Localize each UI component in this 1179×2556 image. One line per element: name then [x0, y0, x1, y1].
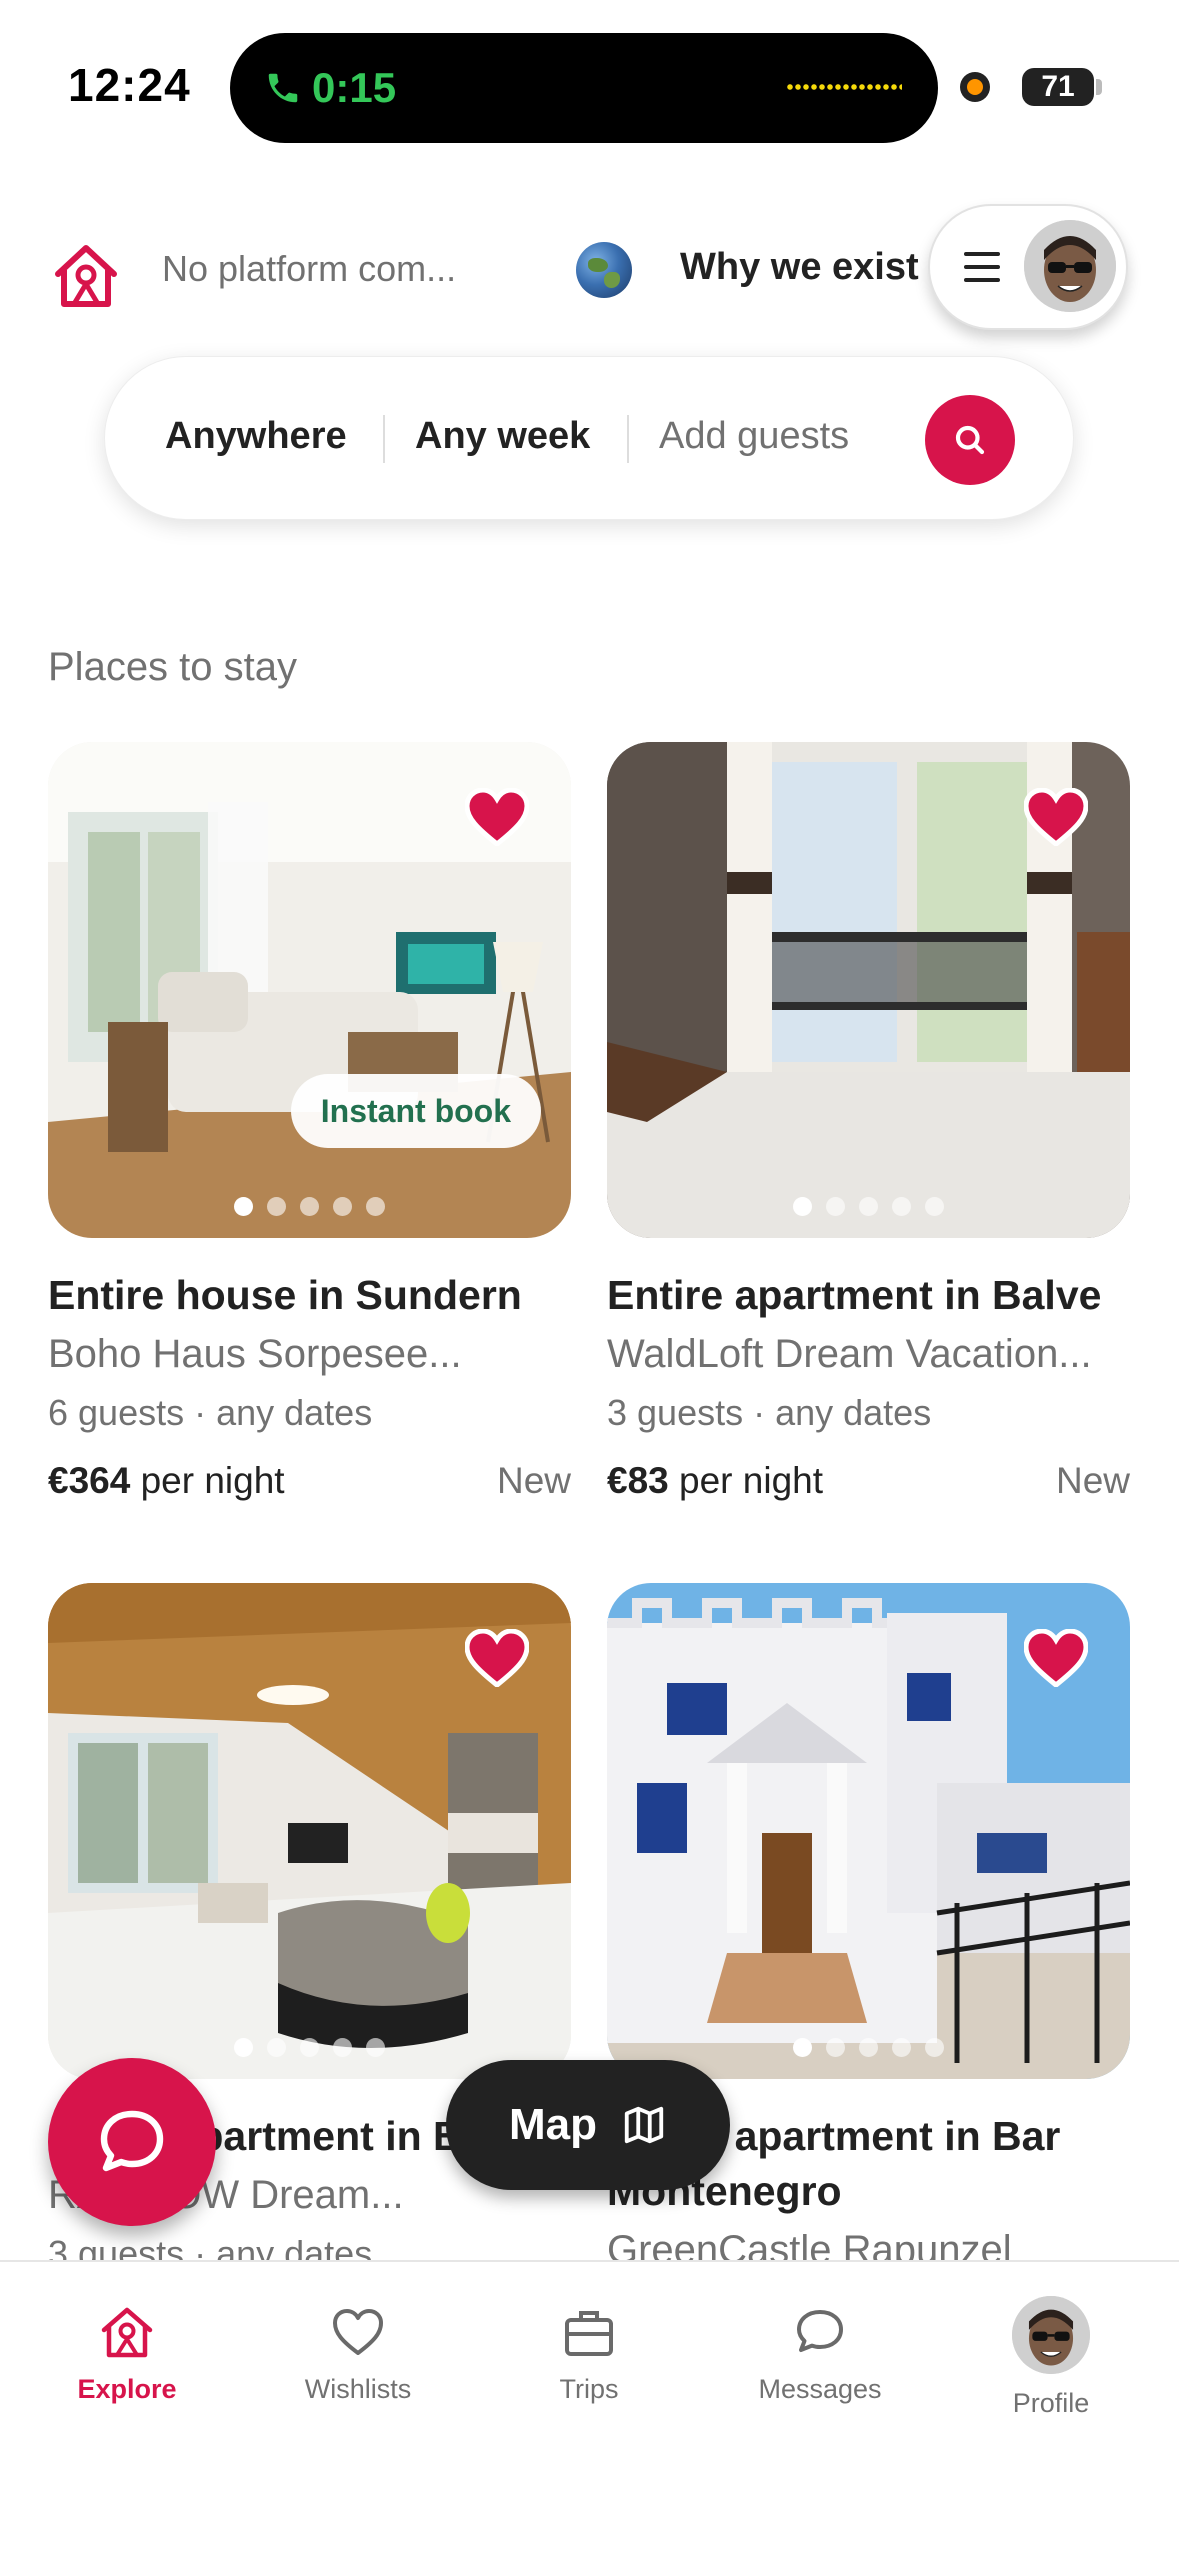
battery-cap [1096, 79, 1102, 95]
listing-meta: 6 guests · any dates [48, 1392, 373, 1433]
photo-pagination-dots [48, 1197, 571, 1216]
instant-book-badge: Instant book [290, 1074, 541, 1148]
chat-fab-button[interactable] [48, 2058, 216, 2226]
wishlist-heart-icon[interactable] [465, 1629, 529, 1687]
hamburger-menu-icon [964, 252, 1000, 284]
avatar [1012, 2296, 1090, 2374]
briefcase-icon [565, 2311, 613, 2356]
search-when[interactable]: Any week [415, 415, 590, 458]
listing-subtitle: WaldLoft Dream Vacation... [607, 1332, 1092, 1376]
map-button[interactable]: Map [446, 2060, 730, 2190]
tab-label: Wishlists [304, 2374, 412, 2404]
listing-dates: any dates [216, 1392, 373, 1433]
listing-new-tag: New [1055, 1460, 1130, 1501]
why-we-exist-link[interactable]: Why we exist [680, 246, 919, 289]
photo-pagination-dots [607, 2038, 1130, 2057]
listing-title: Entire apartment in Balve [607, 1272, 1102, 1318]
status-bar: 12:24 0:15 71 [0, 0, 1179, 160]
map-button-label: Map [509, 2100, 597, 2149]
map-icon [624, 2106, 664, 2144]
audio-waveform [786, 83, 902, 91]
listing-guests: 3 guests [607, 1392, 744, 1433]
recording-indicator [960, 72, 990, 102]
tab-profile[interactable]: Profile [951, 2296, 1151, 2419]
phone-icon [268, 73, 298, 103]
brand-logo-icon[interactable] [50, 240, 122, 312]
chat-bubble-icon [797, 2310, 843, 2352]
search-bar[interactable]: Anywhere Any week Add guests [104, 356, 1074, 520]
tab-label: Trips [559, 2374, 619, 2404]
listing-new-tag: New [496, 1460, 571, 1501]
listing-dates: any dates [775, 1392, 932, 1433]
search-icon [955, 425, 985, 455]
price-unit: per night [679, 1460, 824, 1501]
photo-pagination-dots [607, 1197, 1130, 1216]
avatar [1024, 220, 1116, 312]
price-amount: €83 [607, 1460, 669, 1501]
listing-subtitle: Boho Haus Sorpesee... [48, 1332, 462, 1376]
top-header: No platform com... Why we exist [0, 200, 1179, 340]
call-timer: 0:15 [312, 64, 397, 111]
listing-photo[interactable] [48, 1583, 571, 2079]
status-time: 12:24 [68, 59, 191, 111]
price-amount: €364 [48, 1460, 131, 1501]
wishlist-heart-icon[interactable] [465, 788, 529, 846]
chat-bubble-icon [100, 2110, 164, 2172]
search-guests[interactable]: Add guests [659, 415, 849, 458]
dynamic-island[interactable]: 0:15 [230, 33, 938, 143]
home-icon [101, 2307, 153, 2358]
tab-messages[interactable]: Messages [720, 2302, 920, 2405]
search-where[interactable]: Anywhere [165, 415, 347, 458]
tab-label: Profile [1012, 2388, 1090, 2418]
listing-photo[interactable]: Instant book [48, 742, 571, 1238]
price-unit: per night [140, 1460, 285, 1501]
header-title[interactable]: No platform com... [162, 248, 456, 290]
tab-explore[interactable]: Explore [27, 2302, 227, 2405]
section-title: Places to stay [48, 645, 298, 689]
search-divider [627, 415, 629, 463]
wishlist-heart-icon[interactable] [1024, 788, 1088, 846]
tab-label: Explore [77, 2374, 177, 2404]
listing-title: Entire house in Sundern [48, 1272, 522, 1318]
listing-price: €364 per night [48, 1460, 285, 1502]
listing-photo[interactable] [607, 1583, 1130, 2079]
search-button[interactable] [925, 395, 1015, 485]
wishlist-heart-icon[interactable] [1024, 1629, 1088, 1687]
call-indicator[interactable]: 0:15 [264, 55, 396, 121]
profile-menu-button[interactable] [928, 204, 1128, 330]
listing-price: €83 per night [607, 1460, 823, 1502]
tab-wishlists[interactable]: Wishlists [258, 2302, 458, 2405]
listing-meta: 3 guests · any dates [607, 1392, 932, 1433]
tab-label: Messages [758, 2374, 882, 2404]
heart-icon [333, 2309, 383, 2355]
tab-trips[interactable]: Trips [489, 2302, 689, 2405]
listing-photo[interactable] [607, 742, 1130, 1238]
listing-guests: 6 guests [48, 1392, 185, 1433]
bottom-tab-bar: Explore Wishlists Trips Messages Profile [0, 2260, 1179, 2556]
battery-indicator: 71 [1022, 68, 1094, 106]
search-divider [383, 415, 385, 463]
photo-pagination-dots [48, 2038, 571, 2057]
globe-icon [576, 242, 632, 298]
